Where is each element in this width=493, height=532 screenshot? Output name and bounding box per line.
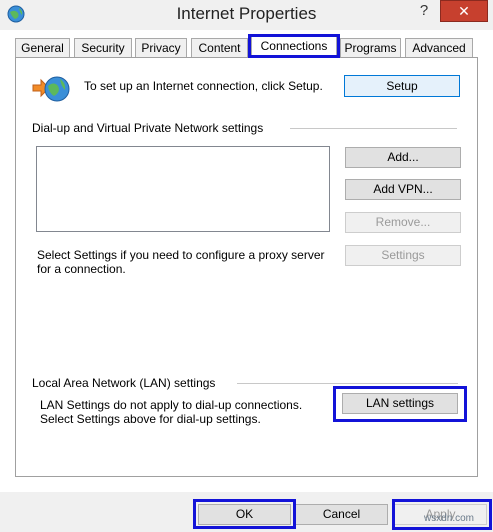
lan-divider — [237, 383, 458, 384]
lan-description: LAN Settings do not apply to dial-up con… — [40, 398, 303, 426]
watermark-text: wsxdn.com — [424, 513, 475, 524]
tab-security[interactable]: Security — [74, 38, 132, 57]
close-button[interactable]: ✕ — [440, 0, 488, 22]
tab-advanced[interactable]: Advanced — [405, 38, 473, 57]
cancel-button[interactable]: Cancel — [295, 504, 388, 525]
add-vpn-button[interactable]: Add VPN... — [345, 179, 461, 200]
tab-programs[interactable]: Programs — [340, 38, 401, 57]
connections-list[interactable] — [36, 146, 330, 232]
dialup-group-label: Dial-up and Virtual Private Network sett… — [32, 121, 264, 135]
tab-connections[interactable]: Connections — [251, 36, 337, 58]
settings-button[interactable]: Settings — [345, 245, 461, 266]
proxy-settings-description: Select Settings if you need to configure… — [37, 248, 325, 276]
remove-button[interactable]: Remove... — [345, 212, 461, 233]
lan-group-label: Local Area Network (LAN) settings — [32, 376, 216, 390]
network-setup-icon — [32, 72, 72, 106]
tab-general[interactable]: General — [15, 38, 70, 57]
setup-description: To set up an Internet connection, click … — [84, 79, 323, 93]
add-button[interactable]: Add... — [345, 147, 461, 168]
setup-button[interactable]: Setup — [344, 75, 460, 97]
tab-content[interactable]: Content — [191, 38, 248, 57]
tab-privacy[interactable]: Privacy — [135, 38, 187, 57]
ok-button[interactable]: OK — [198, 504, 291, 525]
lan-settings-button[interactable]: LAN settings — [342, 393, 458, 414]
help-button[interactable]: ? — [414, 2, 434, 24]
dialup-divider — [290, 128, 457, 129]
